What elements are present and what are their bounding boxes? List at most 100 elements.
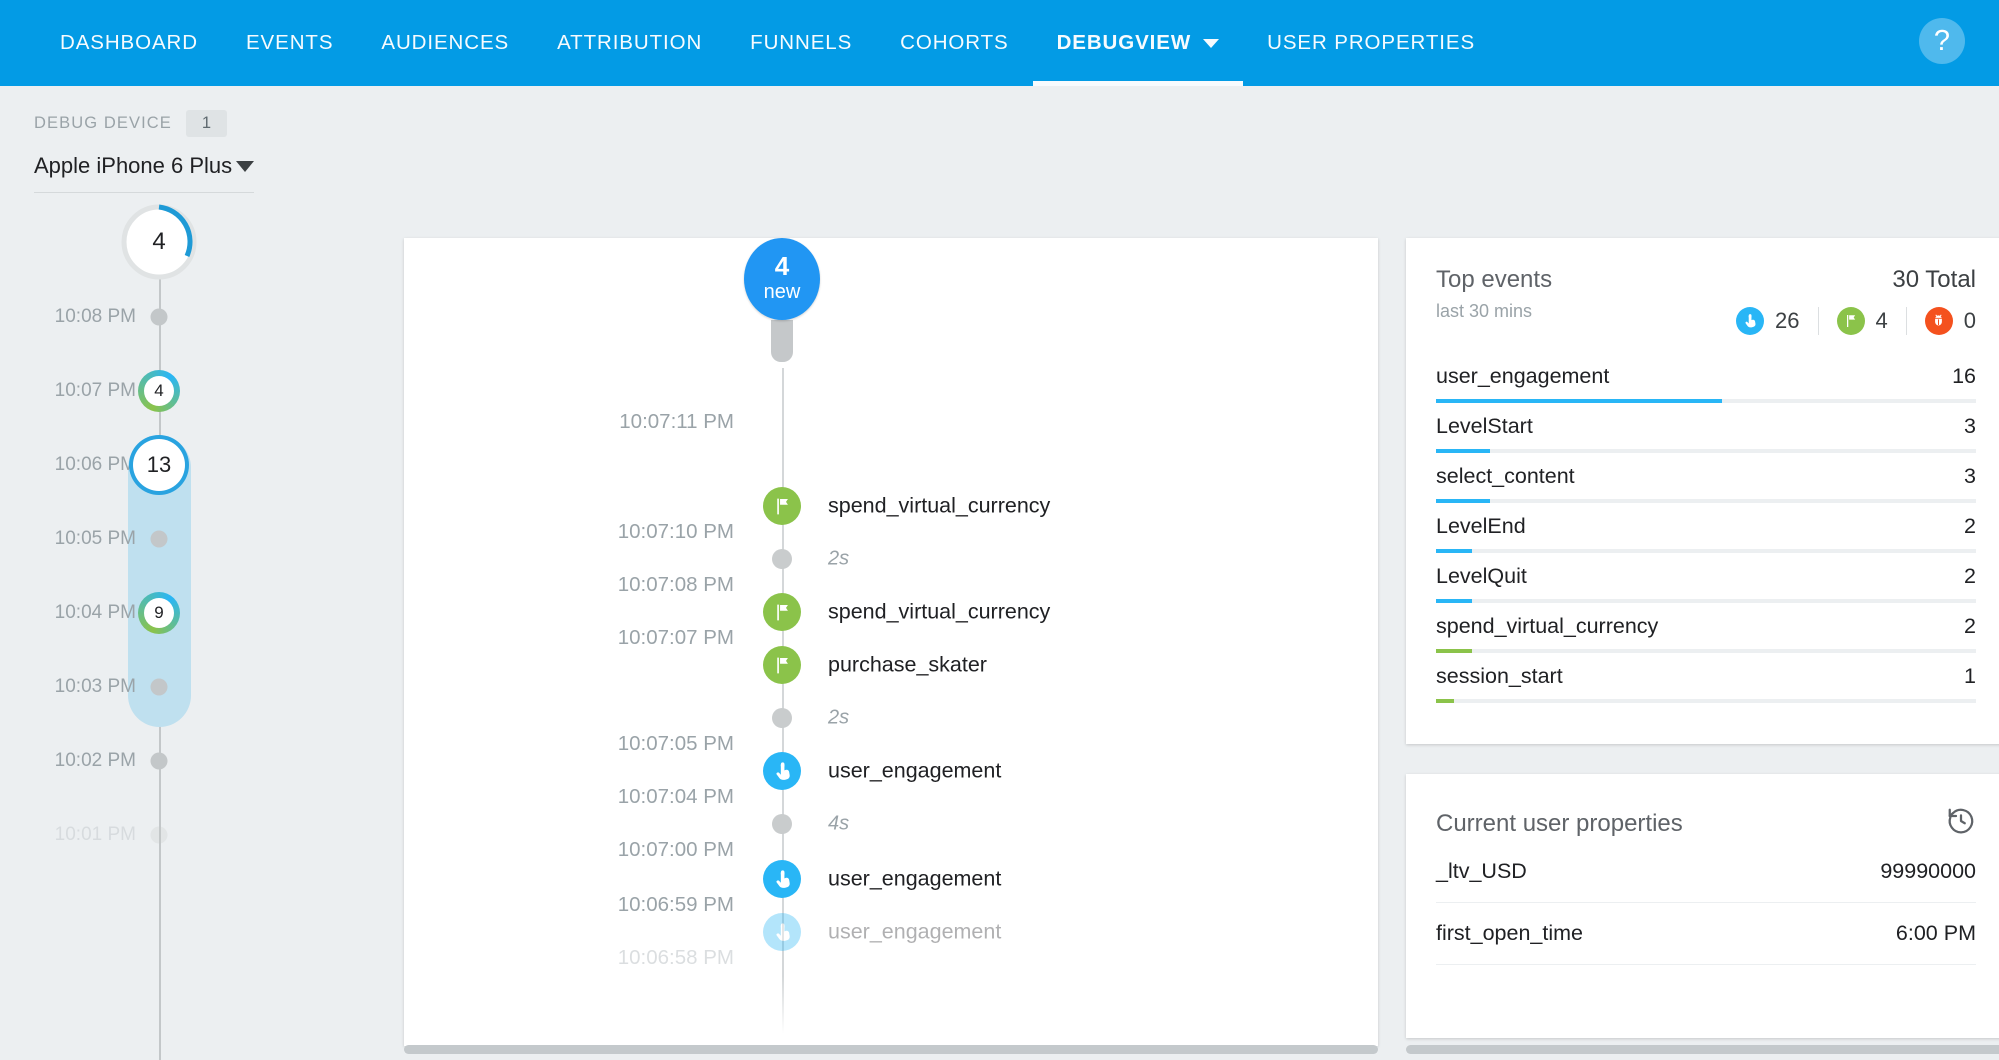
- top-event-bar-track: [1436, 699, 1976, 703]
- history-icon[interactable]: [1946, 806, 1976, 841]
- user-property-value: 99990000: [1880, 859, 1976, 884]
- event-stream-panel: 4 new 10:07:11 PM 10:07:10 PM spend_virtua…: [404, 238, 1378, 1046]
- event-type-count-value: 0: [1964, 308, 1976, 334]
- top-event-item[interactable]: session_start1: [1436, 653, 1976, 703]
- new-events-label: new: [764, 279, 801, 305]
- nav-item-funnels[interactable]: FUNNELS: [726, 0, 876, 86]
- event-name: user_engagement: [828, 920, 1001, 945]
- timeline-node-value: 4: [152, 228, 165, 256]
- device-select-dropdown[interactable]: Apple iPhone 6 Plus: [34, 153, 254, 193]
- top-event-count: 3: [1964, 464, 1976, 489]
- timeline-time-label: 10:08 PM: [55, 306, 136, 328]
- nav-item-attribution[interactable]: ATTRIBUTION: [533, 0, 726, 86]
- top-event-item[interactable]: LevelStart 3: [1436, 403, 1976, 453]
- timeline-node[interactable]: 4: [124, 207, 194, 277]
- user-property-key: first_open_time: [1436, 921, 1583, 946]
- event-timestamp: 10:07:11 PM: [404, 410, 734, 434]
- top-event-count: 1: [1964, 664, 1976, 689]
- center-horizontal-scrollbar[interactable]: [404, 1045, 1378, 1054]
- event-name: user_engagement: [828, 759, 1001, 784]
- time-gap-label: 2s: [828, 548, 849, 571]
- top-event-item[interactable]: LevelQuit 2: [1436, 553, 1976, 603]
- nav-item-label: USER PROPERTIES: [1267, 31, 1475, 54]
- nav-item-debugview[interactable]: DEBUGVIEW: [1033, 0, 1244, 86]
- nav-item-audiences[interactable]: AUDIENCES: [357, 0, 533, 86]
- top-event-count: 3: [1964, 414, 1976, 439]
- top-event-bar-fill: [1436, 699, 1454, 703]
- top-events-title-group: Top events last 30 mins: [1436, 266, 1552, 322]
- new-events-count: 4: [775, 253, 789, 279]
- top-event-item[interactable]: user_engagement16: [1436, 353, 1976, 403]
- nav-item-label: COHORTS: [900, 31, 1008, 54]
- timeline-time-label: 10:07 PM: [55, 380, 136, 402]
- time-gap-label: 4s: [828, 813, 849, 836]
- timeline-node[interactable]: 9: [141, 595, 177, 631]
- timeline-node: [151, 531, 168, 548]
- user-property-value: 6:00 PM: [1896, 921, 1976, 946]
- top-event-item[interactable]: LevelEnd2: [1436, 503, 1976, 553]
- event-timestamp: 10:07:00 PM: [404, 838, 734, 862]
- top-event-name: LevelEnd: [1436, 514, 1526, 539]
- nav-item-events[interactable]: EVENTS: [222, 0, 357, 86]
- top-event-count: 2: [1964, 564, 1976, 589]
- user-properties-rows: _ltv_USD 99990000 first_open_time 6:00 PM: [1436, 841, 1976, 965]
- stream-grip-handle[interactable]: [771, 320, 793, 362]
- top-events-subtitle: last 30 mins: [1436, 301, 1552, 322]
- time-gap-dot: [772, 549, 792, 569]
- user-property-key: _ltv_USD: [1436, 859, 1527, 884]
- debug-device-header: DEBUG DEVICE 1: [0, 86, 318, 137]
- time-gap-dot: [772, 708, 792, 728]
- new-events-badge[interactable]: 4 new: [744, 238, 820, 320]
- nav-item-user-properties[interactable]: USER PROPERTIES: [1243, 0, 1499, 86]
- event-type-count-group: 4: [1818, 307, 1906, 335]
- flag-icon: [763, 593, 801, 631]
- nav-item-cohorts[interactable]: COHORTS: [876, 0, 1032, 86]
- timeline-time-label: 10:05 PM: [55, 528, 136, 550]
- timeline-time-label: 10:02 PM: [55, 750, 136, 772]
- chevron-down-icon: [236, 161, 254, 172]
- event-type-count-group: 26: [1736, 307, 1817, 335]
- event-name: spend_virtual_currency: [828, 600, 1050, 625]
- timeline-node[interactable]: 4: [141, 373, 177, 409]
- flag-icon: [763, 487, 801, 525]
- top-event-name: LevelStart: [1436, 414, 1533, 439]
- event-type-counts: 26 4 0: [1736, 307, 1976, 335]
- top-event-count: 16: [1952, 364, 1976, 389]
- event-timestamp: 10:07:10 PM: [404, 520, 734, 544]
- top-events-totals-group: 30 Total 2640: [1736, 266, 1976, 335]
- top-events-list: user_engagement16LevelStart3select_conte…: [1436, 353, 1976, 703]
- time-gap-label: 2s: [828, 707, 849, 730]
- bug-icon: [1925, 307, 1953, 335]
- nav-item-dashboard[interactable]: DASHBOARD: [36, 0, 222, 86]
- timeline-node[interactable]: 13: [133, 439, 185, 491]
- top-event-item[interactable]: spend_virtual_currency2: [1436, 603, 1976, 653]
- event-type-count-group: 0: [1906, 307, 1976, 335]
- timeline-node-value: 9: [154, 603, 163, 623]
- debug-device-label: DEBUG DEVICE: [34, 114, 172, 133]
- top-events-title: Top events: [1436, 266, 1552, 294]
- user-properties-title: Current user properties: [1436, 810, 1683, 838]
- stream-fade-overlay: [404, 976, 1378, 1046]
- event-type-count-value: 26: [1775, 308, 1799, 334]
- selected-device-name: Apple iPhone 6 Plus: [34, 153, 232, 179]
- chevron-down-icon: [1203, 39, 1219, 48]
- timeline-node: [151, 679, 168, 696]
- timeline-node: [151, 753, 168, 770]
- touch-icon: [763, 752, 801, 790]
- nav-item-label: ATTRIBUTION: [557, 31, 702, 54]
- user-property-row: first_open_time 6:00 PM: [1436, 903, 1976, 965]
- help-icon[interactable]: ?: [1919, 18, 1965, 64]
- top-event-name: LevelQuit: [1436, 564, 1527, 589]
- time-gap-dot: [772, 814, 792, 834]
- current-user-properties-card: Current user properties _ltv_USD 99990000…: [1406, 774, 1999, 1038]
- timeline-node-value: 13: [147, 452, 171, 478]
- touch-icon: [763, 860, 801, 898]
- right-horizontal-scrollbar[interactable]: [1406, 1045, 1999, 1054]
- event-timestamp: 10:06:58 PM: [404, 946, 734, 970]
- user-property-row: _ltv_USD 99990000: [1436, 841, 1976, 903]
- top-event-item[interactable]: select_content 3: [1436, 453, 1976, 503]
- flag-icon: [763, 646, 801, 684]
- event-timestamp: 10:07:08 PM: [404, 573, 734, 597]
- nav-item-label: AUDIENCES: [381, 31, 509, 54]
- top-event-name: select_content: [1436, 464, 1575, 489]
